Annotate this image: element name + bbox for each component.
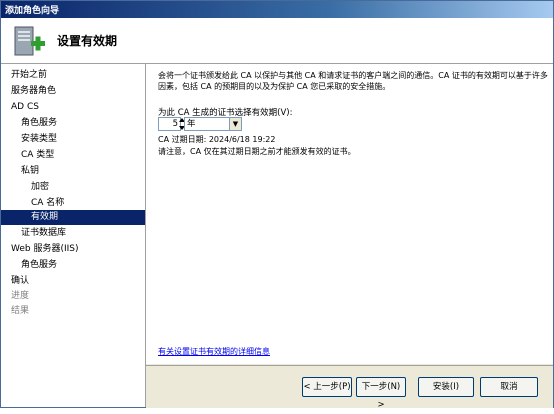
sidebar-item-private-key[interactable]: 私钥 bbox=[1, 164, 145, 179]
sidebar-item-validity-period[interactable]: 有效期 bbox=[1, 210, 145, 225]
sidebar-item-iis-role-services[interactable]: 角色服务 bbox=[1, 258, 145, 273]
validity-value-input[interactable]: 5 bbox=[158, 117, 181, 131]
wizard-header: 设置有效期 bbox=[1, 18, 553, 64]
ca-expiration-date: CA 过期日期: 2024/6/18 19:22 bbox=[158, 135, 276, 144]
validity-note: 请注意，CA 仅在其过期日期之前才能颁发有效的证书。 bbox=[158, 147, 356, 156]
install-button[interactable]: 安装(I) bbox=[418, 377, 474, 397]
cancel-button[interactable]: 取消 bbox=[480, 377, 538, 397]
sidebar-item-role-services[interactable]: 角色服务 bbox=[1, 116, 145, 131]
main-content: 会将一个证书颁发给此 CA 以保护与其他 CA 和请求证书的客户端之间的通信。C… bbox=[146, 64, 553, 364]
sidebar-item-ca-name[interactable]: CA 名称 bbox=[1, 196, 145, 211]
sidebar-item-before-you-begin[interactable]: 开始之前 bbox=[1, 68, 145, 83]
sidebar-item-cryptography[interactable]: 加密 bbox=[1, 180, 145, 195]
sidebar-item-certificate-database[interactable]: 证书数据库 bbox=[1, 226, 145, 241]
title-bar[interactable]: 添加角色向导 bbox=[1, 1, 553, 18]
sidebar-item-ad-cs[interactable]: AD CS bbox=[1, 100, 145, 115]
sidebar-item-setup-type[interactable]: 安装类型 bbox=[1, 132, 145, 147]
page-title: 设置有效期 bbox=[57, 34, 118, 48]
sidebar-item-web-server-iis[interactable]: Web 服务器(IIS) bbox=[1, 242, 145, 257]
validity-info-link[interactable]: 有关设置证书有效期的详细信息 bbox=[158, 346, 270, 357]
sidebar-item-confirmation[interactable]: 确认 bbox=[1, 274, 145, 289]
validity-unit-value: 年 bbox=[187, 119, 196, 129]
sidebar-item-ca-type[interactable]: CA 类型 bbox=[1, 148, 145, 163]
wizard-window: 添加角色向导 设置有效期 开始之前 服务器角色 AD CS 角色服务 安装类型 … bbox=[0, 0, 554, 410]
sidebar-item-server-roles[interactable]: 服务器角色 bbox=[1, 84, 145, 99]
window-title: 添加角色向导 bbox=[5, 6, 60, 16]
chevron-down-icon[interactable]: ▼ bbox=[229, 118, 241, 130]
wizard-steps-sidebar: 开始之前 服务器角色 AD CS 角色服务 安装类型 CA 类型 私钥 加密 C… bbox=[1, 64, 146, 407]
previous-button[interactable]: < 上一步(P) bbox=[302, 377, 352, 397]
sidebar-item-results: 结果 bbox=[11, 306, 30, 316]
wizard-footer: < 上一步(P) 下一步(N) > 安装(I) 取消 bbox=[146, 365, 553, 410]
description-text: 会将一个证书颁发给此 CA 以保护与其他 CA 和请求证书的客户端之间的通信。C… bbox=[158, 71, 548, 91]
server-add-icon bbox=[14, 26, 45, 56]
next-button[interactable]: 下一步(N) > bbox=[356, 377, 406, 410]
validity-unit-select[interactable]: 年 ▼ bbox=[184, 117, 242, 131]
sidebar-item-progress: 进度 bbox=[11, 291, 30, 301]
